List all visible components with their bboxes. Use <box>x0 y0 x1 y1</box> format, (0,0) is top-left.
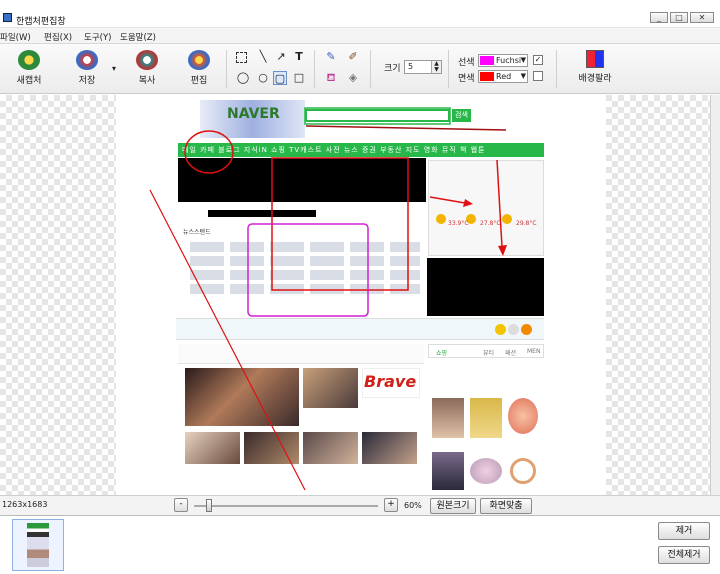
red-arrow-annotation <box>496 159 503 248</box>
image-dimensions: 1263x1683 <box>2 500 48 509</box>
thumbnail-item[interactable] <box>12 519 64 571</box>
thumbnail-preview <box>27 523 49 567</box>
status-bar: 1263x1683 - + 60% 원본크기 화면맞춤 <box>0 495 720 515</box>
magenta-rectangle-annotation <box>247 223 369 317</box>
zoom-in-button[interactable]: + <box>384 498 398 512</box>
red-circle-annotation <box>184 130 234 174</box>
fit-screen-button[interactable]: 화면맞춤 <box>480 498 532 514</box>
green-rectangle-annotation <box>304 107 451 125</box>
arrow-head-icon <box>463 199 473 207</box>
red-arrow-annotation <box>429 196 466 204</box>
zoom-slider-track[interactable] <box>194 505 378 507</box>
red-line-annotation <box>149 189 306 491</box>
annotation-layer <box>149 107 507 491</box>
zoom-level: 60% <box>404 501 422 510</box>
original-size-button[interactable]: 원본크기 <box>430 498 476 514</box>
arrow-head-icon <box>498 245 507 256</box>
thumbnail-strip: 제거 전체제거 <box>0 515 720 574</box>
zoom-out-button[interactable]: - <box>174 498 188 512</box>
red-underline-annotation <box>305 125 507 131</box>
zoom-slider-thumb[interactable] <box>206 499 212 512</box>
delete-button[interactable]: 제거 <box>658 522 710 540</box>
delete-all-button[interactable]: 전체제거 <box>658 546 710 564</box>
